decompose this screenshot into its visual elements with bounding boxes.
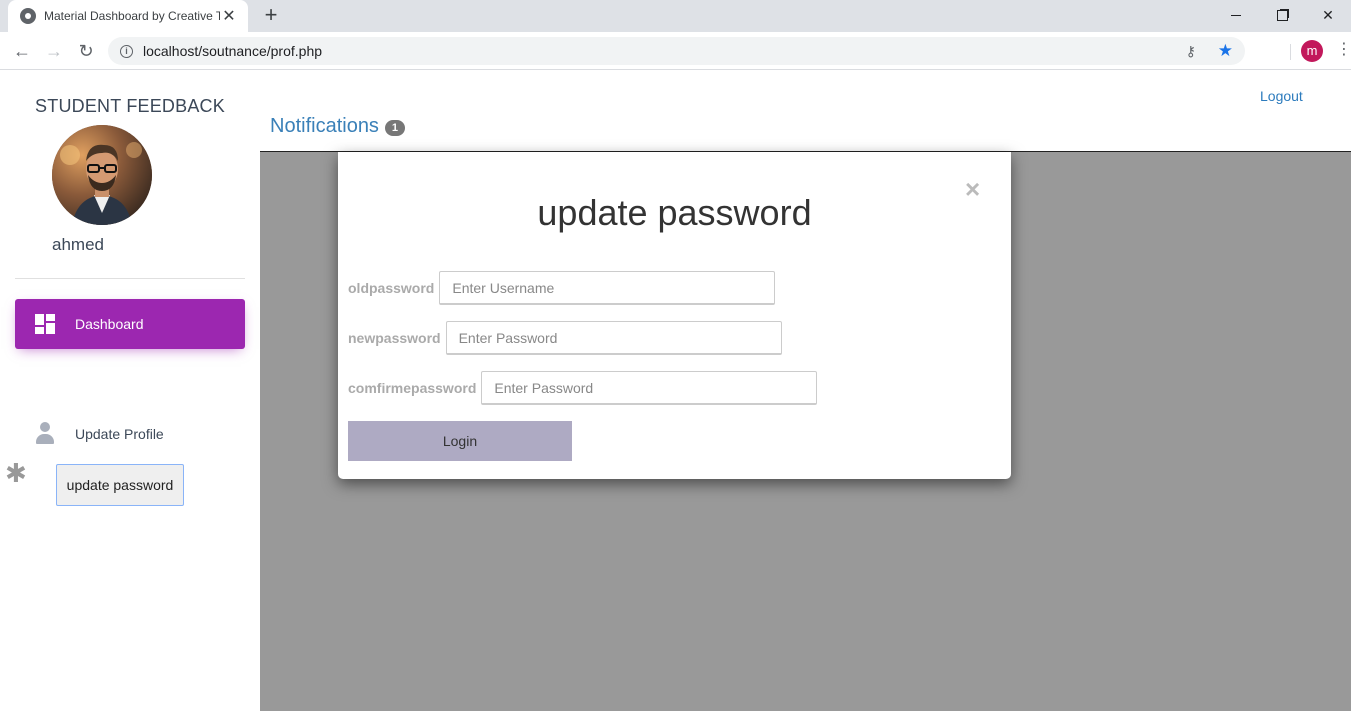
minimize-button[interactable] <box>1213 0 1259 30</box>
new-password-label: newpassword <box>348 330 441 346</box>
sidebar-item-update-profile[interactable]: Update Profile <box>35 422 164 446</box>
notification-badge: 1 <box>384 120 405 136</box>
star-icon[interactable]: ★ <box>1218 41 1233 61</box>
new-tab-button[interactable]: + <box>259 4 283 28</box>
sidebar-item-dashboard[interactable]: Dashboard <box>15 299 245 349</box>
back-arrow-icon[interactable]: ← <box>10 39 34 63</box>
main-content: Logout Notifications 1 × update password… <box>260 70 1351 711</box>
browser-tab[interactable]: Material Dashboard by Creative T ✕ <box>8 0 248 32</box>
close-window-button[interactable]: ✕ <box>1305 0 1351 30</box>
avatar-photo <box>52 125 152 225</box>
maximize-button[interactable] <box>1259 0 1305 30</box>
page: STUDENT FEEDBACK ahmed Dashboard Update … <box>0 70 1351 711</box>
modal-title: update password <box>537 192 812 233</box>
new-password-input[interactable] <box>445 321 782 355</box>
old-password-input[interactable] <box>439 271 776 305</box>
url-text[interactable]: localhost/soutnance/prof.php <box>143 43 1186 59</box>
profile-avatar[interactable]: m <box>1301 40 1323 62</box>
kebab-menu-icon[interactable]: ⋮ <box>1336 41 1351 61</box>
key-icon[interactable]: ⚷ <box>1186 43 1204 60</box>
address-bar[interactable]: i localhost/soutnance/prof.php ⚷ ★ <box>108 37 1245 65</box>
logout-link[interactable]: Logout <box>1260 88 1303 104</box>
globe-icon <box>20 8 36 24</box>
username: ahmed <box>52 235 104 254</box>
brand-title: STUDENT FEEDBACK <box>35 96 225 116</box>
confirm-password-row: comfirmepassword <box>348 371 818 405</box>
top-navbar: Logout Notifications 1 <box>260 70 1351 152</box>
info-icon[interactable]: i <box>120 44 133 58</box>
notifications-label: Notifications <box>270 115 379 137</box>
update-password-button[interactable]: update password <box>56 464 184 506</box>
forward-arrow-icon[interactable]: → <box>42 39 66 63</box>
dashboard-icon <box>35 314 55 334</box>
avatar <box>52 125 152 225</box>
sidebar-item-label: Dashboard <box>75 316 144 332</box>
browser-toolbar: ← → ↻ i localhost/soutnance/prof.php ⚷ ★… <box>0 32 1351 70</box>
confirm-password-label: comfirmepassword <box>348 380 477 396</box>
reload-icon[interactable]: ↻ <box>74 39 98 63</box>
person-icon <box>35 422 55 446</box>
new-password-row: newpassword <box>348 321 782 355</box>
sidebar: STUDENT FEEDBACK ahmed Dashboard Update … <box>0 70 260 711</box>
tab-title: Material Dashboard by Creative T <box>44 9 220 23</box>
update-password-modal: × update password oldpassword newpasswor… <box>338 152 1011 479</box>
old-password-row: oldpassword <box>348 271 776 305</box>
login-button[interactable]: Login <box>348 421 572 461</box>
asterisk-icon: ✱ <box>5 458 27 488</box>
notifications-link[interactable]: Notifications 1 <box>270 115 405 138</box>
window-controls: ✕ <box>1213 0 1351 32</box>
close-icon[interactable]: ✕ <box>220 6 238 26</box>
sidebar-divider <box>15 278 245 279</box>
old-password-label: oldpassword <box>348 280 435 296</box>
toolbar-separator <box>1290 44 1291 60</box>
confirm-password-input[interactable] <box>481 371 818 405</box>
sidebar-item-label: Update Profile <box>75 426 164 442</box>
browser-tabstrip: Material Dashboard by Creative T ✕ + ✕ <box>0 0 1351 32</box>
